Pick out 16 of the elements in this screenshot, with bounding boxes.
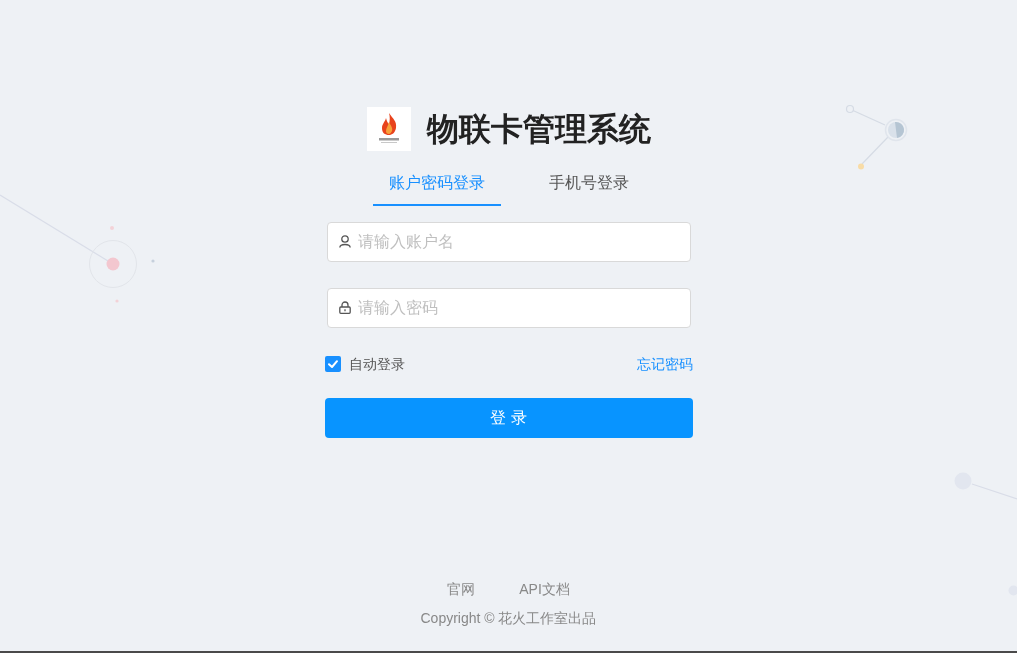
forgot-password-link[interactable]: 忘记密码 — [636, 354, 693, 374]
flame-logo-icon — [366, 107, 411, 151]
app-title: 物联卡管理系统 — [426, 109, 651, 150]
lock-icon — [338, 301, 351, 314]
auto-login-label[interactable]: 自动登录 — [348, 354, 405, 374]
checkbox-checked-icon[interactable] — [324, 356, 341, 372]
password-field[interactable]: 请输入密码 — [326, 288, 691, 328]
login-tab[interactable]: 手机号登录 — [532, 160, 645, 206]
footer-link[interactable]: 官网 — [447, 579, 476, 599]
username-field[interactable]: 请输入账户名 — [326, 222, 691, 262]
footer-link[interactable]: API文档 — [519, 579, 570, 599]
copyright-text: Copyright © 花火工作室出品 — [420, 609, 597, 628]
network-decoration — [845, 103, 909, 170]
user-icon — [338, 235, 351, 248]
login-tab[interactable]: 账户密码登录 — [372, 160, 501, 206]
login-button[interactable]: 登 录 — [324, 398, 693, 438]
